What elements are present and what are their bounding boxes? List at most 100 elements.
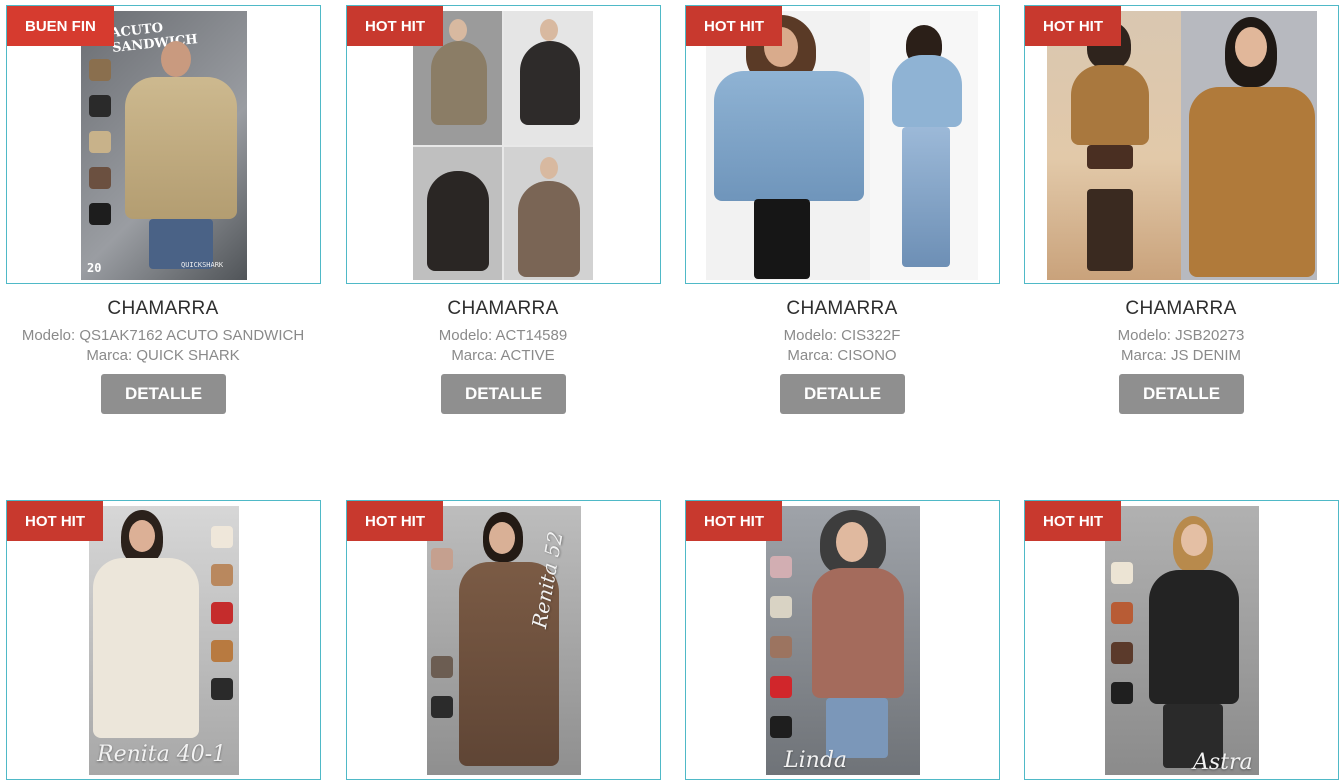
color-swatch <box>211 526 233 548</box>
color-swatch <box>770 636 792 658</box>
color-swatch <box>89 95 111 117</box>
color-swatch <box>89 131 111 153</box>
photo-caption: Linda <box>784 748 848 773</box>
jacket-shape <box>714 71 864 201</box>
product-card: HOT HIT Renita 52 <box>340 495 680 782</box>
product-photo: Linda <box>766 506 920 775</box>
photo-caption: Astra <box>1193 750 1253 775</box>
color-swatch <box>1111 602 1133 624</box>
promo-badge: HOT HIT <box>347 501 443 541</box>
product-brand: Marca: JS DENIM <box>1120 347 1241 364</box>
model-head <box>489 522 515 554</box>
color-swatch <box>770 556 792 578</box>
color-swatch <box>211 602 233 624</box>
model-head <box>161 41 191 77</box>
product-title: CHAMARRA <box>107 298 219 319</box>
photo-quadrant <box>413 147 502 280</box>
jacket-shape <box>427 171 489 271</box>
product-card: HOT HIT Linda <box>679 495 1019 782</box>
color-swatch <box>211 678 233 700</box>
color-swatch <box>1111 562 1133 584</box>
product-model: Modelo: QS1AK7162 ACUTO SANDWICH <box>21 327 305 344</box>
color-swatch <box>89 59 111 81</box>
product-card: HOT HIT Astra <box>1018 495 1342 782</box>
photo-brand: QUICKSHARK <box>181 261 224 269</box>
color-swatch <box>770 716 792 738</box>
photo-count: 20 <box>87 261 102 275</box>
color-swatch <box>770 676 792 698</box>
product-photo <box>413 11 593 280</box>
pants-shape <box>902 127 950 267</box>
product-card: HOT HIT CHAMARRA Modelo: ACT14589 Marca:… <box>340 0 680 430</box>
product-image-frame[interactable]: HOT HIT Linda <box>685 500 1000 780</box>
jacket-shape <box>518 181 580 277</box>
product-brand: Marca: QUICK SHARK <box>86 347 240 364</box>
promo-badge: HOT HIT <box>1025 501 1121 541</box>
jacket-shape <box>431 41 487 125</box>
boots-shape <box>1087 189 1133 271</box>
promo-badge: HOT HIT <box>686 6 782 46</box>
product-image-frame[interactable]: HOT HIT <box>346 5 661 284</box>
promo-badge: HOT HIT <box>347 6 443 46</box>
jacket-shape <box>892 55 962 127</box>
jacket-shape <box>93 558 199 738</box>
product-photo: Astra <box>1105 506 1259 775</box>
product-image-frame[interactable]: HOT HIT <box>685 5 1000 284</box>
product-card: HOT HIT Renita 40-1 <box>0 495 340 782</box>
color-swatch <box>1111 682 1133 704</box>
jacket-shape <box>812 568 904 698</box>
model-head <box>540 157 558 179</box>
product-photo: ACUTO SANDWICH 20 QUICKSHARK <box>81 11 247 280</box>
color-swatch <box>770 596 792 618</box>
product-model: Modelo: ACT14589 <box>438 327 568 344</box>
product-photo: Renita 40-1 <box>89 506 239 775</box>
product-image-frame[interactable]: HOT HIT Renita 52 <box>346 500 661 780</box>
promo-badge: HOT HIT <box>686 501 782 541</box>
product-photo: Renita 52 <box>427 506 581 775</box>
color-swatch <box>1111 642 1133 664</box>
color-swatch <box>211 640 233 662</box>
product-image-frame[interactable]: HOT HIT Astra <box>1024 500 1339 780</box>
jacket-shape <box>520 41 580 125</box>
product-brand: Marca: CISONO <box>787 347 897 364</box>
product-image-frame[interactable]: BUEN FIN ACUTO SANDWICH 20 QUICKSHARK <box>6 5 321 284</box>
model-head <box>129 520 155 552</box>
product-photo <box>1047 11 1317 280</box>
detail-button[interactable]: DETALLE <box>1119 374 1244 414</box>
product-card: HOT HIT CHAMARRA Modelo: CIS322F Marca: … <box>679 0 1019 430</box>
product-model: Modelo: JSB20273 <box>1117 327 1245 344</box>
product-card: HOT HIT CHAMARRA Modelo: JSB20273 Marca:… <box>1018 0 1342 430</box>
color-swatch <box>89 203 111 225</box>
jacket-shape <box>1071 65 1149 145</box>
model-head <box>449 19 467 41</box>
photo-quadrant <box>504 147 593 280</box>
product-image-frame[interactable]: HOT HIT <box>1024 5 1339 284</box>
pants-shape <box>754 199 810 279</box>
color-swatch <box>89 167 111 189</box>
jacket-shape <box>125 77 237 219</box>
product-title: CHAMARRA <box>786 298 898 319</box>
product-title: CHAMARRA <box>1125 298 1237 319</box>
model-head <box>540 19 558 41</box>
detail-button[interactable]: DETALLE <box>441 374 566 414</box>
product-title: CHAMARRA <box>447 298 559 319</box>
detail-button[interactable]: DETALLE <box>780 374 905 414</box>
color-swatch <box>211 564 233 586</box>
color-swatch <box>431 548 453 570</box>
color-swatch <box>431 656 453 678</box>
product-model: Modelo: CIS322F <box>783 327 901 344</box>
promo-badge: HOT HIT <box>1025 6 1121 46</box>
detail-button[interactable]: DETALLE <box>101 374 226 414</box>
product-grid: BUEN FIN ACUTO SANDWICH 20 QUICKSHARK CH… <box>0 0 1342 782</box>
color-swatch <box>431 696 453 718</box>
jacket-shape <box>1189 87 1315 277</box>
product-card: BUEN FIN ACUTO SANDWICH 20 QUICKSHARK CH… <box>0 0 340 430</box>
model-head <box>1235 27 1267 67</box>
jacket-shape <box>1149 570 1239 704</box>
promo-badge: BUEN FIN <box>7 6 114 46</box>
promo-badge: HOT HIT <box>7 501 103 541</box>
photo-quadrant <box>504 11 593 145</box>
product-photo <box>706 11 978 280</box>
pants-shape <box>1087 145 1133 169</box>
product-image-frame[interactable]: HOT HIT Renita 40-1 <box>6 500 321 780</box>
